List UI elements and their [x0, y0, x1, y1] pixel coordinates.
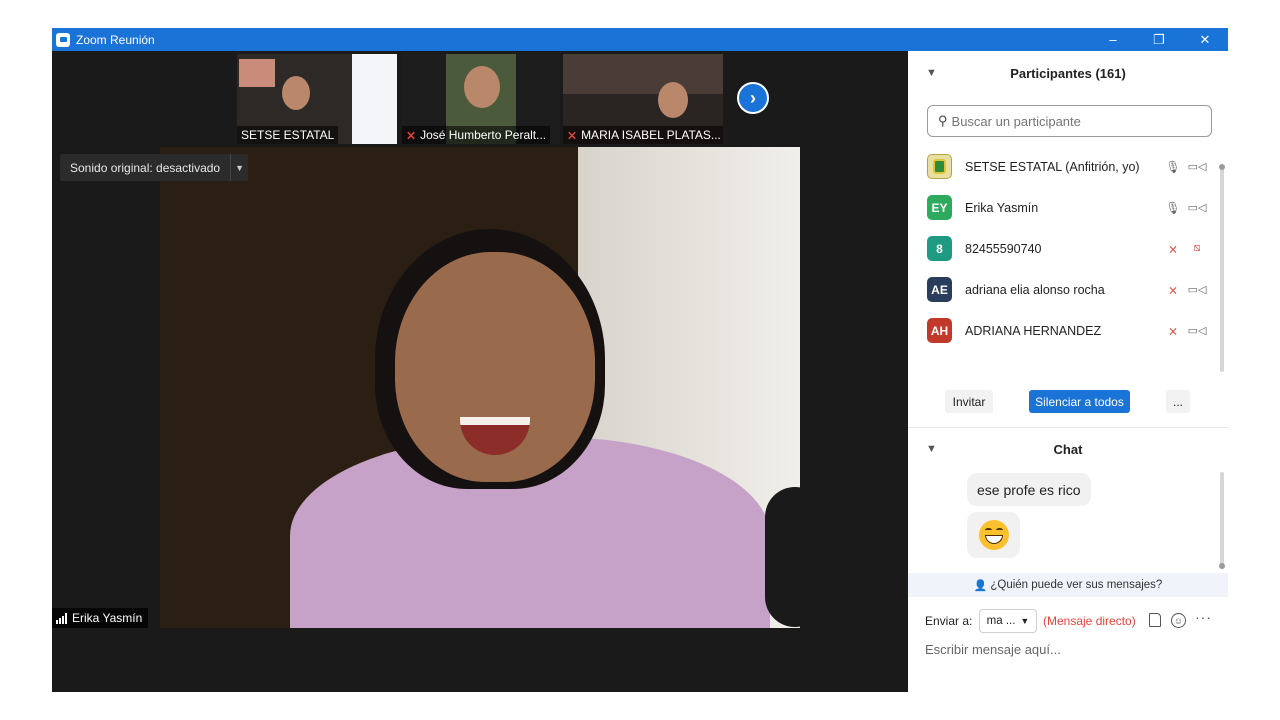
chat-scroll-thumb[interactable] [1219, 563, 1225, 569]
participant-face [464, 66, 500, 108]
person-lock-icon: 👤 [973, 579, 988, 592]
send-to-label: Enviar a: [925, 614, 973, 628]
participant-row[interactable]: EY Erika Yasmín 🎙 ▭◁ [908, 187, 1220, 228]
avatar: 8 [927, 236, 952, 261]
invite-button[interactable]: Invitar [945, 390, 993, 413]
participant-search[interactable]: ⚲ [927, 105, 1212, 137]
screen-thumbnail-image [239, 59, 275, 87]
participant-name: ADRIANA HERNANDEZ [965, 323, 1102, 338]
chat-title: Chat [1053, 441, 1083, 457]
camera-icon[interactable]: ▭◁ [1188, 201, 1207, 215]
participant-name: 82455590740 [965, 241, 1042, 256]
chat-header: ▼ Chat [908, 434, 1228, 464]
participant-thumbnail[interactable]: ⨯ MARIA ISABEL PLATAS... [563, 54, 723, 144]
more-options-button[interactable]: ... [1166, 390, 1190, 413]
participants-header: ▼ Participantes (161) [908, 58, 1228, 88]
mic-muted-icon: ⨯ [567, 128, 578, 142]
participant-list-scroll-thumb[interactable] [1219, 164, 1225, 170]
chat-message-input[interactable] [925, 638, 1215, 660]
camera-icon[interactable]: ▭◁ [1188, 283, 1207, 297]
mic-muted-icon[interactable]: ⨯ [1166, 282, 1180, 298]
original-sound-label: Sonido original: desactivado [70, 160, 221, 175]
participant-list: SETSE ESTATAL (Anfitrión, yo) 🎙 ▭◁ EY Er… [908, 146, 1220, 351]
participant-thumbnail[interactable]: ⨯ José Humberto Peralt... [402, 54, 560, 144]
participant-name: Erika Yasmín [965, 200, 1039, 215]
emoji-eye [984, 528, 992, 532]
video-microphone [765, 487, 800, 627]
search-icon: ⚲ [938, 113, 948, 128]
thumbnail-name-label: ⨯ MARIA ISABEL PLATAS... [563, 126, 723, 144]
emoji-icon[interactable]: ☺ [1171, 613, 1186, 628]
close-button[interactable]: ✕ [1182, 28, 1228, 51]
avatar: EY [927, 195, 952, 220]
participant-face [658, 82, 688, 118]
collapse-chevron-icon[interactable]: ▼ [926, 67, 937, 79]
participant-name: adriana elia alonso rocha [965, 282, 1105, 297]
mic-muted-icon[interactable]: ⨯ [1166, 323, 1180, 339]
mic-muted-icon: ⨯ [406, 128, 417, 142]
message-privacy-link[interactable]: 👤 ¿Quién puede ver sus mensajes? [908, 573, 1228, 597]
collapse-chevron-icon[interactable]: ▼ [926, 443, 937, 455]
file-icon[interactable] [1149, 613, 1161, 627]
emoji-eye [995, 528, 1003, 532]
mic-icon[interactable]: 🎙 [1165, 200, 1180, 216]
thumbnail-name: MARIA ISABEL PLATAS... [581, 128, 721, 142]
next-page-button[interactable]: › [737, 82, 769, 114]
speaker-name-label: Erika Yasmín [52, 608, 149, 628]
camera-icon[interactable]: ▭◁ [1188, 160, 1207, 174]
chat-message [967, 512, 1020, 558]
participant-row[interactable]: 8 82455590740 ⨯ ⧅ [908, 228, 1220, 269]
recipient-value: ma ... [986, 615, 1016, 627]
participant-list-scrollbar[interactable] [1220, 167, 1224, 372]
signal-strength-icon [56, 612, 67, 624]
zoom-window: Zoom Reunión – ❐ ✕ SETSE ESTATAL ⨯ José … [52, 28, 1228, 692]
window-title: Zoom Reunión [76, 32, 155, 47]
shared-window-preview [352, 54, 397, 144]
avatar [927, 154, 952, 179]
mic-muted-icon[interactable]: ⨯ [1166, 241, 1180, 257]
video-area: SETSE ESTATAL ⨯ José Humberto Peralt... … [52, 51, 908, 692]
mute-all-button[interactable]: Silenciar a todos [1029, 390, 1130, 413]
thumbnail-name: José Humberto Peralt... [420, 128, 547, 142]
chevron-down-icon[interactable]: ▼ [230, 154, 248, 181]
avatar: AE [927, 277, 952, 302]
emoji-mouth [984, 535, 1003, 544]
speaker-name: Erika Yasmín [72, 611, 143, 625]
minimize-button[interactable]: – [1090, 28, 1136, 51]
maximize-button[interactable]: ❐ [1136, 28, 1182, 51]
active-speaker-video [160, 147, 800, 628]
participants-title: Participantes (161) [1010, 65, 1126, 81]
panel-divider [908, 427, 1228, 428]
more-icon[interactable]: ··· [1195, 609, 1212, 625]
zoom-logo-icon [56, 32, 70, 47]
recipient-dropdown[interactable]: ma ... ▼ [979, 609, 1037, 633]
thumbnail-name-label: SETSE ESTATAL [237, 126, 339, 144]
chevron-down-icon: ▼ [1020, 616, 1030, 626]
thumbnail-name: SETSE ESTATAL [241, 128, 335, 142]
chat-scrollbar[interactable] [1220, 472, 1224, 567]
send-to-row: Enviar a: ma ... ▼ (Mensaje directo) ☺ ·… [908, 608, 1228, 634]
participant-face [282, 76, 310, 110]
chat-message: ese profe es rico [967, 473, 1091, 506]
grinning-face-icon [978, 520, 1009, 550]
direct-message-label: (Mensaje directo) [1043, 614, 1136, 628]
participant-row[interactable]: AE adriana elia alonso rocha ⨯ ▭◁ [908, 269, 1220, 310]
camera-off-icon[interactable]: ⧅ [1188, 242, 1206, 256]
video-feed [563, 54, 723, 94]
search-input[interactable] [951, 113, 1192, 129]
side-panel: ▼ Participantes (161) ⚲ SETSE ESTATAL (A… [908, 51, 1228, 692]
participant-row[interactable]: SETSE ESTATAL (Anfitrión, yo) 🎙 ▭◁ [908, 146, 1220, 187]
participant-thumbnail[interactable]: SETSE ESTATAL [237, 54, 397, 144]
avatar: AH [927, 318, 952, 343]
participant-name: SETSE ESTATAL (Anfitrión, yo) [965, 159, 1140, 174]
participant-row[interactable]: AH ADRIANA HERNANDEZ ⨯ ▭◁ [908, 310, 1220, 351]
title-bar: Zoom Reunión – ❐ ✕ [52, 28, 1228, 51]
original-sound-dropdown[interactable]: Sonido original: desactivado ▼ [60, 154, 249, 181]
camera-icon[interactable]: ▭◁ [1188, 324, 1207, 338]
chat-messages: ese profe es rico [908, 469, 1220, 569]
host-logo-icon [933, 159, 946, 174]
thumbnail-name-label: ⨯ José Humberto Peralt... [402, 126, 551, 144]
mic-icon[interactable]: 🎙 [1165, 159, 1180, 175]
privacy-text: ¿Quién puede ver sus mensajes? [990, 579, 1163, 591]
